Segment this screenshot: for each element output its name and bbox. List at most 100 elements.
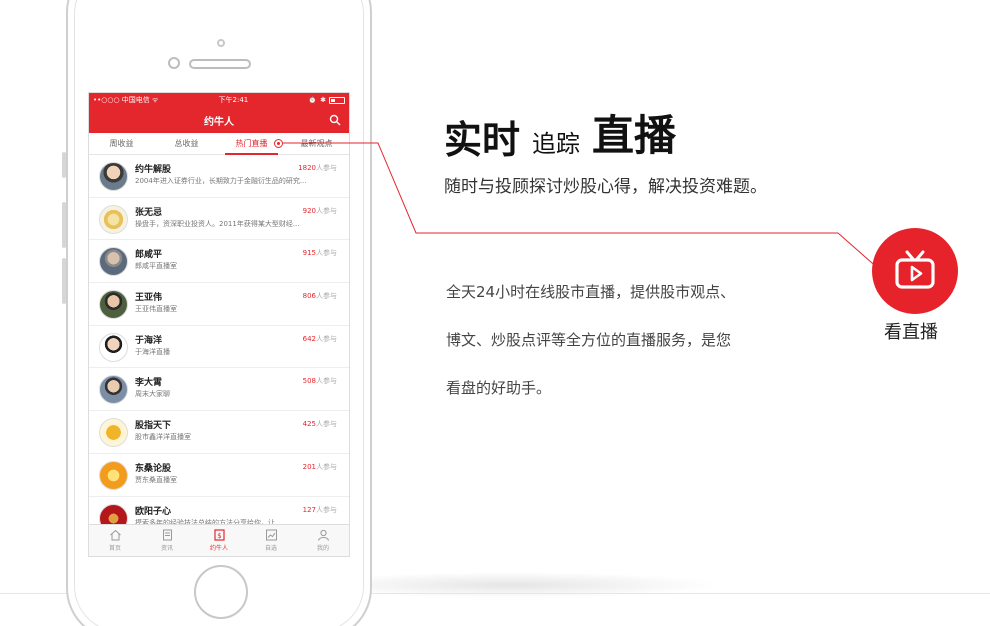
tabbar-label: 约牛人 bbox=[209, 545, 228, 552]
count-unit: 人参与 bbox=[316, 206, 337, 215]
avatar bbox=[99, 418, 128, 448]
row-desc: 郎咸平直播室 bbox=[135, 262, 177, 271]
list-item[interactable]: 张无忌 操盘手，资深职业投资人。2011年获得某大型财经... 920人参与 bbox=[89, 198, 349, 241]
volume-up-button bbox=[62, 202, 66, 248]
phone-screen: ••○○○ 中国电信 ᯤ 下午2:41 ⏰ ✱ 约牛人 周收益 总收益 热门直播… bbox=[88, 92, 350, 557]
count-value: 920 bbox=[302, 206, 316, 215]
status-icons: ⏰ ✱ bbox=[308, 96, 345, 104]
count-value: 1820 bbox=[298, 164, 316, 172]
count-unit: 人参与 bbox=[316, 249, 337, 258]
row-desc: 于海洋直播 bbox=[135, 347, 170, 356]
list-item[interactable]: 约牛解股 2004年进入证券行业，长期致力于金融衍生品的研究... 1820人参… bbox=[89, 155, 349, 198]
row-name: 欧阳子心 bbox=[135, 506, 172, 517]
app-header: 约牛人 bbox=[89, 107, 349, 133]
list-item[interactable]: 东桑论股 贾东桑直播室 201人参与 bbox=[89, 454, 349, 497]
headline-live: 直播 bbox=[592, 111, 677, 160]
headline-realtime: 实时 bbox=[444, 118, 521, 162]
count-value: 201 bbox=[302, 462, 316, 471]
row-name: 股指天下 bbox=[135, 421, 172, 432]
participant-count: 920人参与 bbox=[303, 206, 337, 216]
news-icon bbox=[162, 529, 172, 541]
row-desc: 周末大家聊 bbox=[135, 390, 170, 399]
tab-hot-live-label: 热门直播 bbox=[235, 139, 268, 148]
count-value: 915 bbox=[302, 249, 316, 258]
row-name: 东桑论股 bbox=[135, 463, 172, 474]
row-desc: 王亚伟直播室 bbox=[135, 305, 177, 314]
list-item[interactable]: 于海洋 于海洋直播 642人参与 bbox=[89, 326, 349, 369]
row-desc: 股市鑫洋洋直播室 bbox=[135, 433, 191, 442]
watch-live-button[interactable] bbox=[872, 228, 958, 314]
row-name: 王亚伟 bbox=[135, 293, 163, 304]
list-item[interactable]: 李大霄 周末大家聊 508人参与 bbox=[89, 368, 349, 412]
tab-total-return[interactable]: 总收益 bbox=[154, 133, 219, 154]
earpiece-speaker bbox=[189, 59, 251, 69]
live-list: 约牛解股 2004年进入证券行业，长期致力于金融衍生品的研究... 1820人参… bbox=[89, 155, 349, 540]
avatar bbox=[99, 375, 128, 405]
count-value: 425 bbox=[302, 420, 316, 429]
user-icon bbox=[317, 529, 329, 541]
description-line: 博文、炒股点评等全方位的直播服务，是您 bbox=[446, 331, 732, 349]
carrier-label: ••○○○ 中国电信 ᯤ bbox=[93, 96, 159, 104]
count-unit: 人参与 bbox=[316, 164, 337, 172]
row-desc: 贾东桑直播室 bbox=[135, 475, 177, 484]
watch-live-label: 看直播 bbox=[884, 322, 938, 343]
participant-count: 508人参与 bbox=[303, 376, 337, 386]
tabbar-label: 自选 bbox=[264, 545, 277, 552]
count-value: 806 bbox=[302, 292, 316, 301]
description: 全天24小时在线股市直播，提供股市观点、 博文、炒股点评等全方位的直播服务，是您… bbox=[446, 268, 806, 412]
row-name: 郎咸平 bbox=[135, 250, 163, 261]
headline: 实时 追踪 直播 bbox=[444, 110, 676, 162]
status-time: 下午2:41 bbox=[218, 96, 249, 104]
battery-icon bbox=[328, 96, 345, 104]
participant-count: 425人参与 bbox=[303, 419, 337, 429]
svg-text:$: $ bbox=[217, 532, 221, 540]
tabbar-item-expert[interactable]: $ 约牛人 bbox=[193, 525, 245, 556]
tabbar-label: 资讯 bbox=[160, 545, 173, 552]
mute-switch bbox=[62, 152, 66, 178]
avatar bbox=[99, 162, 128, 191]
participant-count: 127人参与 bbox=[303, 505, 337, 515]
description-line: 看盘的好助手。 bbox=[446, 379, 552, 397]
callout-marker-icon bbox=[274, 139, 283, 148]
count-unit: 人参与 bbox=[316, 334, 337, 343]
count-value: 642 bbox=[302, 334, 316, 343]
alarm-icon: ⏰ bbox=[308, 96, 318, 104]
row-name: 张无忌 bbox=[135, 207, 163, 218]
participant-count: 1820人参与 bbox=[298, 163, 337, 173]
participant-count: 201人参与 bbox=[303, 462, 337, 472]
home-icon bbox=[109, 529, 121, 541]
list-item[interactable]: 股指天下 股市鑫洋洋直播室 425人参与 bbox=[89, 411, 349, 454]
search-icon[interactable] bbox=[329, 114, 341, 126]
count-unit: 人参与 bbox=[316, 292, 337, 301]
row-desc: 2004年进入证券行业，长期致力于金融衍生品的研究... bbox=[135, 177, 307, 185]
home-button[interactable] bbox=[194, 565, 248, 619]
page-title: 约牛人 bbox=[204, 116, 234, 128]
list-item[interactable]: 郎咸平 郎咸平直播室 915人参与 bbox=[89, 240, 349, 284]
tabbar-label: 首页 bbox=[108, 545, 121, 552]
tabbar-item-watchlist[interactable]: 自选 bbox=[245, 525, 297, 556]
tab-latest-views[interactable]: 最新观点 bbox=[284, 133, 349, 154]
chart-icon bbox=[265, 529, 277, 541]
front-camera bbox=[168, 57, 180, 69]
tab-weekly-return[interactable]: 周收益 bbox=[89, 133, 154, 154]
avatar bbox=[99, 332, 128, 362]
list-item[interactable]: 王亚伟 王亚伟直播室 806人参与 bbox=[89, 283, 349, 326]
avatar bbox=[99, 204, 128, 234]
count-unit: 人参与 bbox=[316, 377, 337, 386]
count-value: 127 bbox=[302, 505, 316, 514]
tab-hot-live[interactable]: 热门直播 bbox=[219, 133, 284, 155]
participant-count: 915人参与 bbox=[303, 248, 337, 258]
count-unit: 人参与 bbox=[316, 462, 337, 471]
subtitle: 随时与投顾探讨炒股心得，解决投资难题。 bbox=[444, 177, 767, 197]
bluetooth-icon: ✱ bbox=[320, 96, 326, 104]
expert-icon: $ bbox=[213, 529, 225, 541]
avatar bbox=[99, 247, 128, 277]
proximity-sensor bbox=[217, 39, 225, 47]
participant-count: 806人参与 bbox=[303, 291, 337, 301]
tabbar-item-profile[interactable]: 我的 bbox=[297, 525, 349, 556]
count-unit: 人参与 bbox=[316, 505, 337, 514]
count-unit: 人参与 bbox=[316, 420, 337, 429]
bottom-tab-bar: 首页 资讯 $ 约牛人 自选 我的 bbox=[89, 524, 349, 556]
tabbar-item-home[interactable]: 首页 bbox=[89, 525, 141, 556]
tabbar-item-news[interactable]: 资讯 bbox=[141, 525, 193, 556]
